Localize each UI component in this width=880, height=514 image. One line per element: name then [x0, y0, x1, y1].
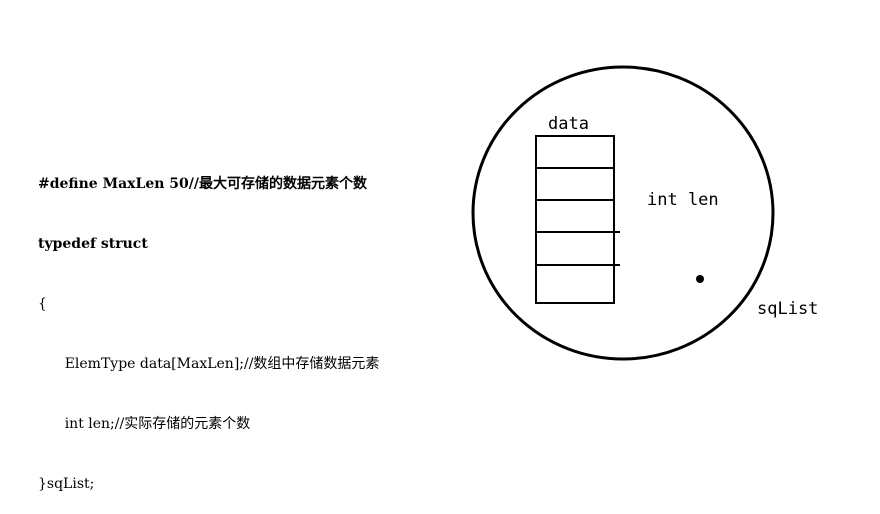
struct-ellipse: [471, 65, 775, 361]
sqlist-diagram: data int len sqList: [471, 65, 818, 361]
data-array: [535, 135, 620, 304]
array-label: data: [548, 114, 589, 134]
pointer-dot: [696, 275, 704, 283]
array-outline: [535, 135, 615, 304]
len-field-label: int len: [647, 190, 719, 210]
struct-name-label: sqList: [757, 299, 818, 319]
code-line-len-field: int len;//实际存储的元素个数: [38, 416, 251, 432]
code-line-close-brace: }sqList;: [38, 476, 95, 492]
